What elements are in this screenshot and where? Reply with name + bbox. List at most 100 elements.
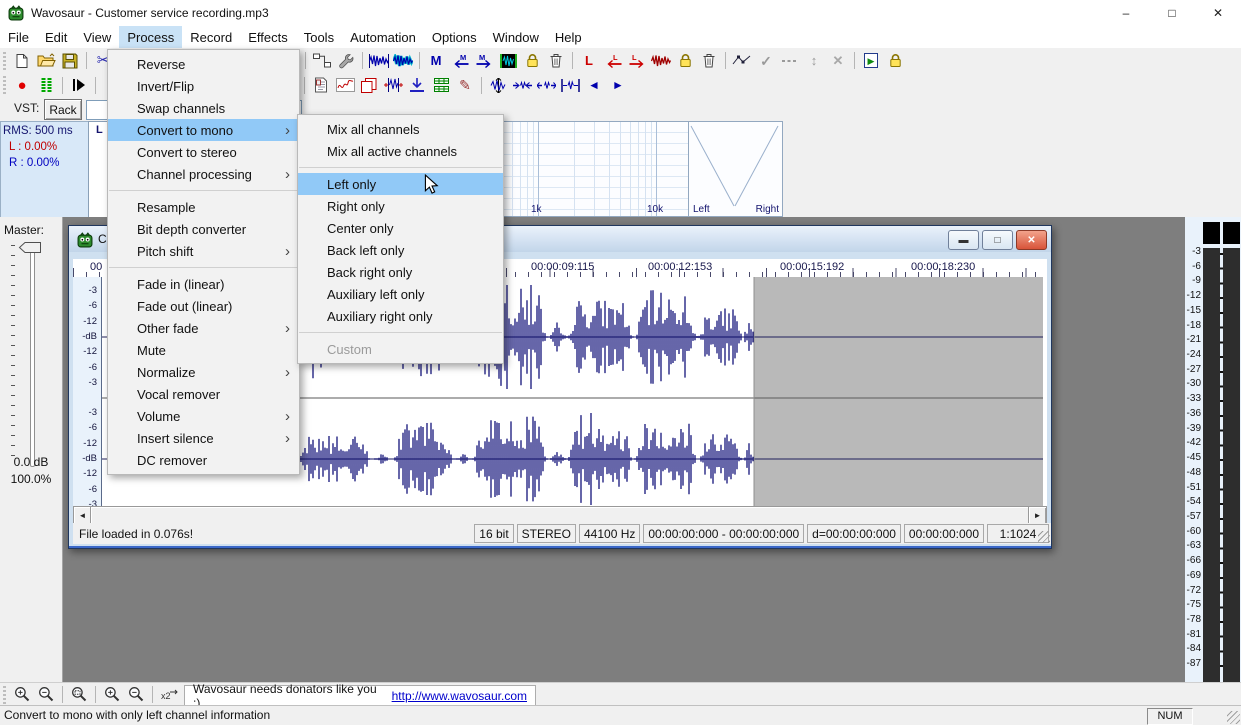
statistics-icon[interactable]	[333, 74, 357, 96]
document-resize-grip[interactable]	[1038, 531, 1050, 543]
envelope-height-icon[interactable]: ↕	[802, 50, 826, 72]
loops-trash-icon[interactable]	[697, 50, 721, 72]
process-menu-item-fade-out-linear-[interactable]: Fade out (linear)	[108, 295, 299, 317]
process-menu-item-bit-depth-converter[interactable]: Bit depth converter	[108, 218, 299, 240]
submenu-item-back-left-only[interactable]: Back left only	[298, 239, 503, 261]
envelope-delete-icon[interactable]: ✕	[826, 50, 850, 72]
save-file-icon[interactable]	[58, 50, 82, 72]
menubar-item-help[interactable]: Help	[547, 26, 590, 48]
process-menu-item-swap-channels[interactable]: Swap channels	[108, 97, 299, 119]
view-next-icon[interactable]: ►	[606, 74, 630, 96]
process-menu-item-vocal-remover[interactable]: Vocal remover	[108, 383, 299, 405]
envelope-apply-icon[interactable]: ✓	[754, 50, 778, 72]
loop-next-icon[interactable]: L	[625, 50, 649, 72]
menubar-item-view[interactable]: View	[75, 26, 119, 48]
menubar-item-edit[interactable]: Edit	[37, 26, 75, 48]
waveform-overview-icon[interactable]	[391, 50, 415, 72]
submenu-item-mix-all-active-channels[interactable]: Mix all active channels	[298, 140, 503, 162]
markers-lock-icon[interactable]	[520, 50, 544, 72]
loop-l-icon[interactable]: L	[577, 50, 601, 72]
menubar-item-record[interactable]: Record	[182, 26, 240, 48]
marker-next-icon[interactable]: M	[472, 50, 496, 72]
menubar-item-process[interactable]: Process	[119, 26, 182, 48]
document-restore-button[interactable]: □	[982, 230, 1013, 250]
batch-processor-icon[interactable]	[310, 50, 334, 72]
maximize-button[interactable]: □	[1149, 0, 1195, 26]
zoom-in-fine-icon[interactable]	[100, 684, 124, 706]
play-marker-icon[interactable]	[67, 74, 91, 96]
master-slider-handle[interactable]	[18, 241, 42, 257]
shrink-horizontal-icon[interactable]	[510, 74, 534, 96]
master-slider-track[interactable]	[30, 245, 35, 467]
process-menu-item-fade-in-linear-[interactable]: Fade in (linear)	[108, 273, 299, 295]
record-icon[interactable]: ●	[10, 74, 34, 96]
draw-tool-icon[interactable]: ✎	[453, 74, 477, 96]
submenu-item-mix-all-channels[interactable]: Mix all channels	[298, 118, 503, 140]
menubar-item-window[interactable]: Window	[485, 26, 547, 48]
menubar-item-tools[interactable]: Tools	[296, 26, 342, 48]
process-menu-item-pitch-shift[interactable]: Pitch shift›	[108, 240, 299, 262]
process-menu-item-dc-remover[interactable]: DC remover	[108, 449, 299, 471]
minimize-button[interactable]: –	[1103, 0, 1149, 26]
process-menu-item-other-fade[interactable]: Other fade›	[108, 317, 299, 339]
paste-wave-icon[interactable]	[381, 74, 405, 96]
menubar-item-options[interactable]: Options	[424, 26, 485, 48]
close-button[interactable]: ✕	[1195, 0, 1241, 26]
loop-wave-icon[interactable]	[649, 50, 673, 72]
process-menu-item-normalize[interactable]: Normalize›	[108, 361, 299, 383]
loops-lock-icon[interactable]	[673, 50, 697, 72]
zoom-in-icon[interactable]	[10, 684, 34, 706]
record-pause-icon[interactable]	[34, 74, 58, 96]
open-file-icon[interactable]	[34, 50, 58, 72]
ruler-time-label: 00	[90, 261, 102, 273]
menubar-item-automation[interactable]: Automation	[342, 26, 424, 48]
envelope-points-icon[interactable]	[730, 50, 754, 72]
document-minimize-button[interactable]: ▬	[948, 230, 979, 250]
process-menu-item-invert-flip[interactable]: Invert/Flip	[108, 75, 299, 97]
submenu-item-auxiliary-right-only[interactable]: Auxiliary right only	[298, 305, 503, 327]
markers-trash-icon[interactable]	[544, 50, 568, 72]
marker-m-icon[interactable]: M	[424, 50, 448, 72]
zoom-double-icon[interactable]: x2	[157, 684, 181, 706]
wavosaur-link[interactable]: http://www.wavosaur.com	[392, 689, 527, 703]
process-menu-item-mute[interactable]: Mute	[108, 339, 299, 361]
fit-horizontal-icon[interactable]	[558, 74, 582, 96]
view-previous-icon[interactable]: ◄	[582, 74, 606, 96]
wrench-tools-icon[interactable]	[334, 50, 358, 72]
menubar-item-effects[interactable]: Effects	[240, 26, 296, 48]
insert-silence-icon[interactable]	[405, 74, 429, 96]
vst-rack-button[interactable]: Rack	[44, 99, 82, 120]
process-menu-item-convert-to-stereo[interactable]: Convert to stereo	[108, 141, 299, 163]
submenu-item-left-only[interactable]: Left only	[298, 173, 503, 195]
menu-item-label: Center only	[327, 221, 393, 236]
regions-list-icon[interactable]	[429, 74, 453, 96]
report-doc-icon[interactable]	[309, 74, 333, 96]
submenu-item-center-only[interactable]: Center only	[298, 217, 503, 239]
zoom-out-icon[interactable]	[34, 684, 58, 706]
submenu-item-back-right-only[interactable]: Back right only	[298, 261, 503, 283]
marker-previous-icon[interactable]: M	[448, 50, 472, 72]
process-menu-item-channel-processing[interactable]: Channel processing›	[108, 163, 299, 185]
submenu-item-auxiliary-left-only[interactable]: Auxiliary left only	[298, 283, 503, 305]
process-menu-item-volume[interactable]: Volume›	[108, 405, 299, 427]
process-menu-item-insert-silence[interactable]: Insert silence›	[108, 427, 299, 449]
process-menu-item-convert-to-mono[interactable]: Convert to mono›	[108, 119, 299, 141]
process-menu-item-resample[interactable]: Resample	[108, 196, 299, 218]
zoom-selection-icon[interactable]	[67, 684, 91, 706]
envelope-line-icon[interactable]	[778, 50, 802, 72]
envelope-lock-icon[interactable]	[883, 50, 907, 72]
horizontal-scrollbar[interactable]: ◄ ►	[73, 506, 1047, 523]
new-file-icon[interactable]	[10, 50, 34, 72]
play-envelope-icon[interactable]: ▶	[859, 50, 883, 72]
marker-selection-icon[interactable]	[496, 50, 520, 72]
document-close-button[interactable]: ✕	[1016, 230, 1047, 250]
expand-horizontal-icon[interactable]	[534, 74, 558, 96]
menubar-item-file[interactable]: File	[0, 26, 37, 48]
process-menu-item-reverse[interactable]: Reverse	[108, 53, 299, 75]
fit-vertical-icon[interactable]	[486, 74, 510, 96]
waveform-zoom-icon[interactable]	[367, 50, 391, 72]
zoom-out-fine-icon[interactable]	[124, 684, 148, 706]
submenu-item-right-only[interactable]: Right only	[298, 195, 503, 217]
copy-special-icon[interactable]	[357, 74, 381, 96]
loop-previous-icon[interactable]: L	[601, 50, 625, 72]
